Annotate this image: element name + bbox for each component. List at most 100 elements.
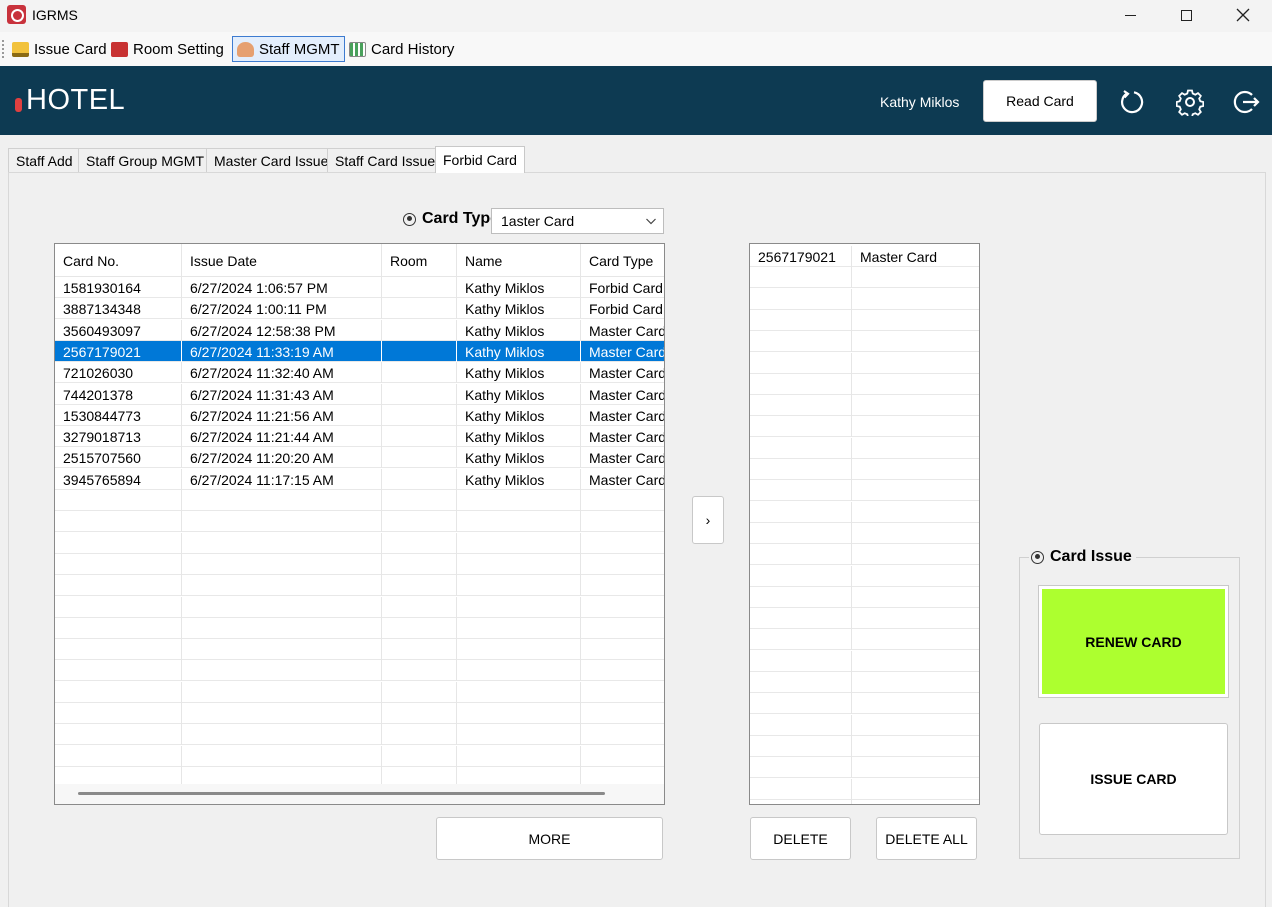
close-button[interactable]: [1220, 0, 1266, 30]
table-cell: [581, 682, 664, 703]
table-cell: [852, 310, 979, 331]
table-cell: [581, 724, 664, 745]
logout-icon[interactable]: [1232, 88, 1260, 116]
table-cell: [852, 757, 979, 778]
table-row: [750, 416, 979, 438]
table-cell: [382, 617, 457, 639]
table-row[interactable]: 1530844773 6/27/2024 11:21:56 AM Kathy Mik…: [55, 404, 664, 426]
maximize-button[interactable]: [1163, 0, 1209, 30]
column-header-card-no[interactable]: Card No.: [55, 244, 182, 277]
tab-master-card-issue[interactable]: Master Card Issue: [206, 148, 337, 172]
delete-all-button[interactable]: DELETE ALL: [876, 817, 977, 860]
horizontal-scrollbar[interactable]: [55, 784, 664, 804]
table-cell: 3887134348: [55, 298, 182, 320]
minimize-button[interactable]: [1107, 0, 1153, 30]
card-icon: [12, 41, 29, 57]
card-type-label-text: Card Type: [422, 210, 500, 227]
table-cell: [55, 490, 182, 511]
table-cell: [55, 596, 182, 618]
table-row: [55, 703, 664, 724]
delete-button[interactable]: DELETE: [750, 817, 851, 860]
table-row[interactable]: 3560493097 6/27/2024 12:58:38 PM Kathy Mik…: [55, 319, 665, 341]
toolbar-issue-card[interactable]: Issue Card: [8, 36, 111, 62]
toolbar-staff-mgmt[interactable]: Staff MGMT: [232, 36, 345, 62]
toolbar-item-label: Room Setting: [133, 40, 224, 58]
table-cell: [750, 714, 852, 736]
table-cell: [457, 553, 581, 575]
table-cell: [581, 618, 664, 639]
table-cell: [581, 639, 664, 660]
tab-forbid-card[interactable]: Forbid Card: [435, 146, 525, 173]
table-cell: [457, 745, 581, 767]
table-cell: [852, 566, 979, 587]
tab-staff-add[interactable]: Staff Add: [8, 148, 81, 172]
table-row[interactable]: 3887134348 6/27/2024 1:00:11 PM Kathy Mikl…: [55, 298, 664, 320]
table-row[interactable]: 3279018713 6/27/2024 11:21:44 AM Kathy Mik…: [55, 426, 664, 448]
table-row[interactable]: 2567179021 Master Card: [750, 246, 979, 267]
table-cell: [182, 553, 382, 575]
table-cell: [182, 703, 382, 724]
more-button[interactable]: MORE: [436, 817, 663, 860]
table-cell: Master Card: [589, 322, 665, 339]
issue-card-button[interactable]: ISSUE CARD: [1039, 723, 1228, 835]
table-row: [750, 309, 979, 331]
radio-icon: [403, 212, 416, 226]
toolbar-card-history[interactable]: Card History: [345, 36, 458, 62]
table-cell: [182, 660, 382, 682]
table-cell: [382, 575, 457, 597]
table-cell: [852, 480, 979, 501]
table-cell: 6/27/2024 11:33:19 AM: [182, 340, 382, 362]
table-cell: 744201378: [55, 383, 182, 405]
card-type-select[interactable]: 1aster Card: [491, 208, 664, 234]
table-cell: 2567179021: [55, 340, 182, 362]
table-row: [750, 735, 979, 757]
tab-staff-group-mgmt[interactable]: Staff Group MGMT: [78, 148, 212, 172]
read-card-button[interactable]: Read Card: [983, 80, 1097, 122]
toolbar-room-setting[interactable]: Room Setting: [107, 36, 228, 62]
table-cell: 2515707560: [55, 447, 182, 469]
window-title: IGRMS: [32, 7, 78, 23]
settings-icon[interactable]: [1176, 88, 1204, 116]
tab-staff-card-issue[interactable]: Staff Card Issue: [327, 148, 444, 172]
table-row: [55, 511, 664, 533]
title-bar: IGRMS: [0, 0, 1272, 32]
table-cell: [750, 608, 852, 630]
table-cell: [457, 703, 581, 724]
column-header-name[interactable]: Name: [457, 244, 581, 277]
table-cell: [750, 480, 852, 502]
column-header-card-type[interactable]: Card Type: [581, 244, 664, 277]
table-cell: [182, 490, 382, 511]
table-row[interactable]: 2567179021 6/27/2024 11:33:19 AM Kathy Mik…: [55, 340, 665, 362]
column-header-issue-date[interactable]: Issue Date: [182, 244, 382, 277]
toolbar-grip[interactable]: [2, 40, 5, 58]
table-cell: [750, 331, 852, 353]
table-cell: Master Card: [589, 343, 665, 360]
table-cell: 1530844773: [55, 404, 182, 426]
move-right-button[interactable]: ›: [692, 496, 724, 544]
table-cell: [382, 383, 457, 405]
table-cell: [382, 468, 457, 490]
table-cell: 6/27/2024 11:31:43 AM: [182, 383, 382, 405]
column-header-room[interactable]: Room: [382, 244, 457, 277]
refresh-icon[interactable]: [1118, 88, 1146, 116]
table-row[interactable]: 744201378 6/27/2024 11:31:43 AM Kathy Mikl…: [55, 383, 665, 405]
table-row[interactable]: 721026030 6/27/2024 11:32:40 AM Kathy Mikl…: [55, 362, 664, 384]
table-cell: [750, 395, 852, 417]
table-cell: [382, 745, 457, 767]
close-icon: [1236, 8, 1250, 22]
table-cell: Master Card: [589, 471, 665, 488]
scrollbar-thumb[interactable]: [78, 792, 605, 795]
table-cell: [382, 319, 457, 341]
table-cell: [182, 575, 382, 597]
table-cell: Kathy Miklos: [457, 362, 581, 384]
table-cell: Master Card: [589, 386, 665, 403]
table-row[interactable]: 3945765894 6/27/2024 11:17:15 AM Kathy Mik…: [55, 468, 665, 490]
table-cell: [55, 681, 182, 703]
table-cell: [852, 395, 979, 416]
table-row: [750, 352, 979, 374]
table-cell: 6/27/2024 11:17:15 AM: [182, 468, 382, 490]
table-row[interactable]: 1581930164 6/27/2024 1:06:57 PM Kathy Mikl…: [55, 277, 664, 298]
renew-card-button[interactable]: RENEW CARD: [1038, 585, 1229, 698]
table-row[interactable]: 2515707560 6/27/2024 11:20:20 AM Kathy Mik…: [55, 447, 664, 469]
table-row: [55, 681, 664, 703]
